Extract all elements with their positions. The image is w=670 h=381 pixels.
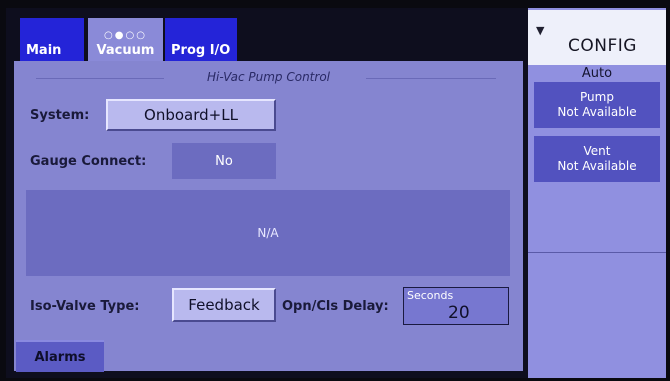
page-dots-indicator: ○●○○: [104, 30, 147, 41]
delay-value: 20: [448, 303, 470, 323]
info-area-text: N/A: [257, 226, 279, 240]
system-select-button[interactable]: Onboard+LL: [106, 99, 276, 131]
config-header[interactable]: ▼ CONFIG: [528, 10, 666, 65]
delay-seconds-field[interactable]: Seconds 20: [403, 287, 509, 325]
tab-main-label: Main: [26, 43, 62, 58]
section-title: Hi-Vac Pump Control: [206, 70, 330, 84]
tab-vacuum[interactable]: ○●○○ Vacuum: [88, 18, 163, 61]
vent-status: Not Available: [557, 159, 637, 173]
config-divider: [528, 252, 666, 253]
tab-prog-io[interactable]: Prog I/O: [165, 18, 237, 61]
vent-status-button[interactable]: Vent Not Available: [534, 136, 660, 182]
gauge-connect-label: Gauge Connect:: [30, 154, 147, 169]
system-label: System:: [30, 108, 90, 123]
pump-title: Pump: [580, 90, 614, 104]
gauge-connect-field[interactable]: No: [172, 143, 276, 179]
iso-valve-type-button[interactable]: Feedback: [172, 288, 276, 322]
mode-label: Auto: [581, 66, 613, 81]
iso-valve-type-label: Iso-Valve Type:: [30, 299, 140, 314]
pump-status-button[interactable]: Pump Not Available: [534, 82, 660, 128]
gauge-connect-value: No: [215, 153, 233, 169]
config-title: CONFIG: [568, 36, 637, 56]
tab-prog-io-label: Prog I/O: [171, 43, 231, 58]
alarms-button[interactable]: Alarms: [16, 340, 104, 372]
system-value: Onboard+LL: [144, 106, 238, 124]
delay-unit-label: Seconds: [407, 289, 454, 302]
opn-cls-delay-label: Opn/Cls Delay:: [282, 299, 389, 314]
alarms-label: Alarms: [34, 349, 86, 365]
tab-vacuum-label: Vacuum: [96, 43, 155, 58]
vent-title: Vent: [583, 144, 611, 158]
iso-valve-type-value: Feedback: [188, 296, 260, 314]
pump-status: Not Available: [557, 105, 637, 119]
dropdown-arrow-icon: ▼: [536, 24, 545, 37]
info-area: N/A: [26, 190, 510, 276]
tab-main[interactable]: Main: [20, 18, 84, 61]
